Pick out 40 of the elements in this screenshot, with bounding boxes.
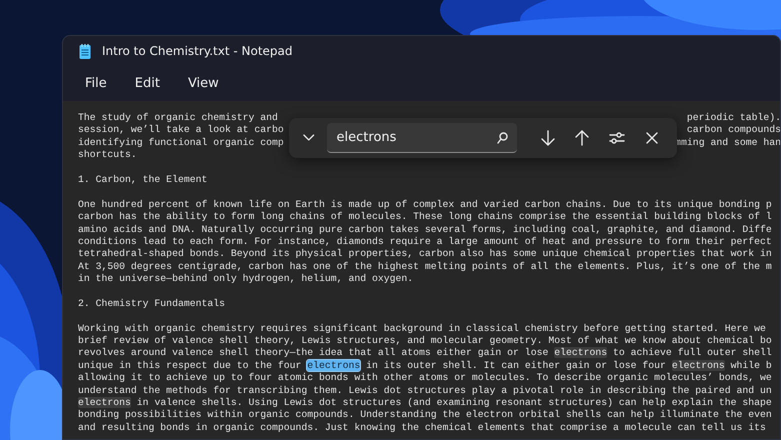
text-line: At 3,500 degrees centigrade, carbon has one of the highest melting points of all the elements. Plus, it’s one of the m: [78, 260, 773, 274]
window-title: Intro to Chemistry.txt - Notepad: [102, 44, 292, 58]
search-match: electrons: [554, 347, 608, 358]
text-line: identifying functional organic comp: [78, 136, 284, 150]
up-arrow-icon[interactable]: [575, 130, 590, 146]
text-line: amino acids and DNA. Naturally occurring pure carbon takes several forms, including coal, graphite, and diamond. Diffe: [78, 224, 773, 236]
down-arrow-icon[interactable]: [540, 130, 555, 146]
chevron-down-icon[interactable]: [303, 134, 315, 142]
text-line: tetrahedral-shaped bonds. Beyond its physical properties, carbon also has some unique chemical properties that work in: [78, 248, 773, 261]
text-line: shortcuts.: [78, 149, 138, 162]
text-line: understand the methods for transcribing them. Lewis dot structures play a pivotal role in describing the paired and un: [78, 384, 773, 397]
text-line: bonding possibilities within organic compounds. Understanding the electron orbital shells can help illuminate the even: [78, 409, 773, 422]
text-line: unique in this respect due to the four electrons in its outer shell. It can either gain or lose four electrons while b: [78, 360, 773, 372]
search-icon[interactable]: [496, 132, 508, 144]
menu-item[interactable]: File: [73, 72, 119, 95]
text-line: electrons in valence shells. Using Lewis dot structures (and examining resonant structures) can help explain the shape: [78, 396, 773, 410]
text-line: carbon has the ability to form long chains of molecules. These long chains comprise the essential building blocks of l: [78, 211, 773, 224]
close-icon[interactable]: [646, 132, 658, 144]
text-line: periodic table).: [686, 112, 780, 124]
menu-item[interactable]: View: [176, 72, 231, 95]
text-line: revolves around valence shell theory—the idea that all atoms either gain or lose electrons to achieve full outer shell: [78, 347, 773, 360]
text-line: conditions lead to each form. For instance, diamonds require a large amount of heat and pressure to form their perfect: [78, 236, 773, 248]
selected-match: electrons: [307, 360, 360, 371]
text-line: session, we’ll take a look at carbo: [78, 124, 284, 137]
text-line: 2. Chemistry Fundamentals: [78, 298, 226, 310]
text-line: in the universe—behind only hydrogen, helium, and oxygen.: [78, 273, 414, 286]
menu-item[interactable]: Edit: [122, 72, 172, 95]
search-match: electrons: [78, 396, 131, 408]
text-line: allowing it to achieve up to four atomic bonds with other atoms or molecules. To describe organic molecules’ bonds, we: [78, 372, 773, 385]
notepad-icon: [79, 44, 91, 58]
search-match: electrons: [672, 360, 725, 371]
search-field[interactable]: electrons: [326, 123, 517, 153]
text-line: The study of organic chemistry and: [78, 112, 278, 124]
text-line: carbon compounds: [686, 124, 780, 137]
text-line: One hundred percent of known life on Earth is made up of complex and varied carbon chains. Due to its unique bonding p: [78, 198, 773, 212]
options-icon[interactable]: [609, 131, 626, 145]
text-line: Working with organic chemistry requires significant background in classical chemistry before getting started. Here we: [78, 322, 767, 336]
text-line: brief review of valence shell theory, Lewis structures, and molecular geometry. Most of what we know about chemical bo: [78, 335, 773, 348]
text-line: and resulting bonds in organic compounds. Just knowing the chemical elements that comprise a molecule can tell us its: [78, 422, 767, 434]
text-line: 1. Carbon, the Element: [78, 174, 208, 186]
